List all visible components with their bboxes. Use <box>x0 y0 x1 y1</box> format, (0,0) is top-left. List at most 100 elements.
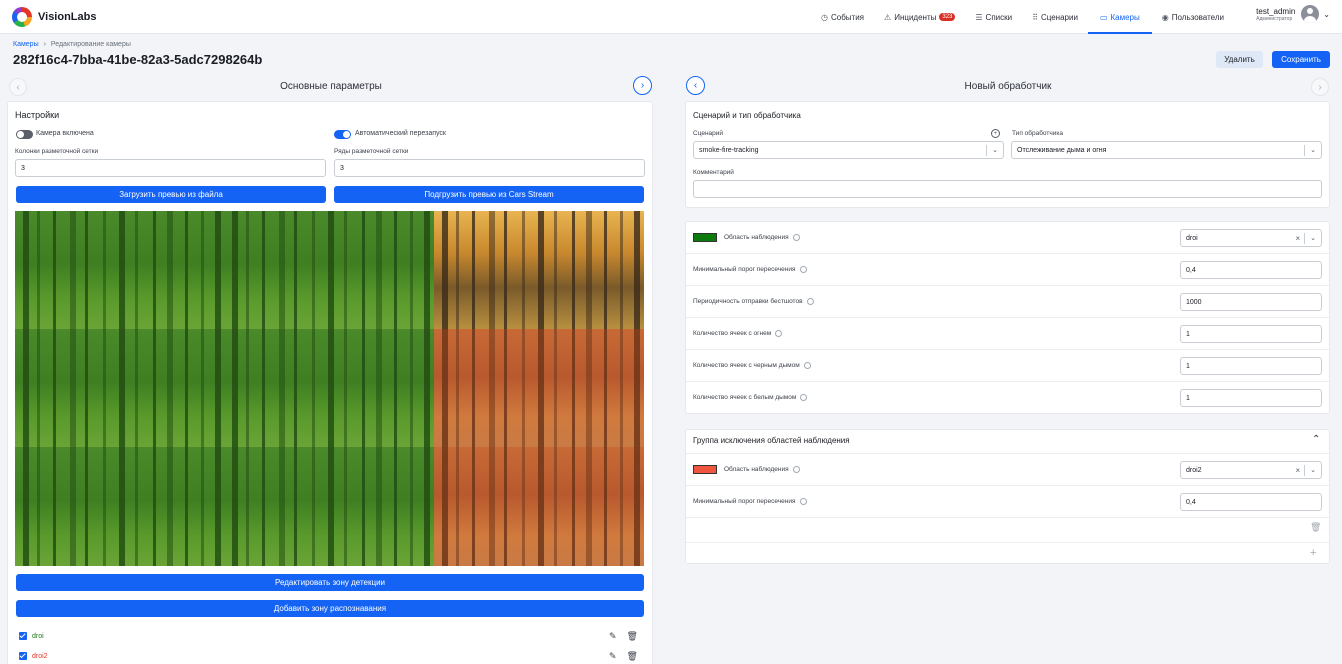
info-icon[interactable] <box>792 234 800 241</box>
white-smoke-input[interactable]: 1 <box>1180 389 1322 407</box>
chevron-up-icon[interactable]: ⌃ <box>1312 434 1320 445</box>
edit-detection-zone-button[interactable]: Редактировать зону детекции <box>16 574 644 591</box>
info-icon[interactable] <box>800 394 808 401</box>
chevron-down-icon: ⌄ <box>1310 467 1316 474</box>
grid-cols-label: Колонки разметочной сетки <box>15 148 99 155</box>
tree-trunk <box>85 447 88 566</box>
tree-trunk <box>472 211 475 329</box>
handler-type-select[interactable]: Отслеживание дыма и огня ⌄ <box>1011 141 1322 159</box>
tree-trunk <box>185 211 188 329</box>
add-icon[interactable]: + <box>1310 547 1316 559</box>
trash-icon[interactable]: 🗑 <box>627 651 638 662</box>
min-threshold-input[interactable]: 0,4 <box>1180 261 1322 279</box>
tree-trunk <box>554 329 557 447</box>
zone-item-droi[interactable]: droi <box>19 632 44 640</box>
next-arrow-button[interactable]: › <box>633 76 652 95</box>
clear-icon[interactable]: × <box>1291 466 1304 475</box>
save-button[interactable]: Сохранить <box>1272 51 1330 68</box>
info-icon[interactable] <box>803 362 811 369</box>
black-smoke-input[interactable]: 1 <box>1180 357 1322 375</box>
nav-item-scenarios[interactable]: ⠿ Сценарии <box>1022 0 1088 34</box>
camera-preview-image[interactable] <box>15 211 644 566</box>
period-input[interactable]: 1000 <box>1180 293 1322 311</box>
info-icon[interactable] <box>799 266 807 273</box>
tree-trunk <box>362 329 365 447</box>
avatar <box>1301 5 1320 23</box>
info-icon[interactable] <box>775 330 783 337</box>
incidents-count-badge: 323 <box>939 13 956 21</box>
app-logo[interactable]: VisionLabs <box>12 7 96 27</box>
upload-preview-stream-button[interactable]: Подгрузить превью из Cars Stream <box>334 186 644 203</box>
tree-trunk <box>522 211 525 329</box>
exclusion-threshold-input[interactable]: 0,4 <box>1180 493 1322 511</box>
zone-name: droi <box>32 632 44 640</box>
info-icon[interactable] <box>806 298 814 305</box>
tree-trunk <box>312 211 315 329</box>
comment-input[interactable] <box>693 180 1322 198</box>
grid-cols-input[interactable]: 3 <box>15 159 326 177</box>
breadcrumb-separator: › <box>43 41 46 48</box>
add-recognition-zone-button[interactable]: Добавить зону распознавания <box>16 600 644 617</box>
trash-icon[interactable]: 🗑 <box>627 631 638 642</box>
forward-arrow-button[interactable]: › <box>1311 78 1329 96</box>
preview-tile <box>224 211 434 329</box>
camera-enabled-toggle[interactable] <box>16 130 33 139</box>
exclusion-threshold-row: Минимальный порог пересечения <box>693 498 807 505</box>
preview-tile <box>15 447 224 566</box>
row-divider <box>686 485 1329 486</box>
users-icon: ◉ <box>1161 12 1169 22</box>
nav-item-lists[interactable]: ☰ Списки <box>965 0 1022 34</box>
info-icon[interactable] <box>799 498 807 505</box>
exclusion-area-select[interactable]: droi2 × ⌄ <box>1180 461 1322 479</box>
clear-icon[interactable]: × <box>1291 234 1304 243</box>
tree-trunk <box>153 447 156 566</box>
tree-trunk <box>201 211 204 329</box>
pencil-icon[interactable]: ✎ <box>609 631 617 642</box>
exclusion-threshold-value: 0,4 <box>1186 498 1196 506</box>
preview-tile <box>434 211 644 329</box>
tree-trunk <box>586 447 592 566</box>
zone-checkbox[interactable] <box>19 632 27 640</box>
nav-item-cameras[interactable]: ▭ Камеры <box>1087 0 1152 34</box>
nav-item-incidents[interactable]: ⚠ Инциденты 323 <box>874 0 965 34</box>
row-divider <box>686 349 1329 350</box>
breadcrumb-cameras[interactable]: Камеры <box>13 41 39 48</box>
auto-restart-toggle[interactable] <box>334 130 351 139</box>
zone-checkbox[interactable] <box>19 652 27 660</box>
tree-trunk <box>53 329 56 447</box>
nav-item-users[interactable]: ◉ Пользователи <box>1152 0 1234 34</box>
tree-trunk <box>538 329 544 447</box>
user-menu[interactable]: test_admin Администратор ⌄ <box>1256 5 1330 23</box>
tree-trunk <box>279 211 285 329</box>
back-arrow-button[interactable]: ‹ <box>686 76 705 95</box>
tree-trunk <box>554 211 557 329</box>
tree-trunk <box>344 329 347 447</box>
nav-item-events[interactable]: ◷ События <box>811 0 874 34</box>
tree-trunk <box>328 329 334 447</box>
area-select[interactable]: droi × ⌄ <box>1180 229 1322 247</box>
trash-icon[interactable]: 🗑 <box>1310 522 1321 533</box>
scenario-select[interactable]: smoke-fire-tracking ⌄ <box>693 141 1004 159</box>
fire-cells-input[interactable]: 1 <box>1180 325 1322 343</box>
tree-trunk <box>215 447 221 566</box>
tree-trunk <box>312 447 315 566</box>
fire-cells-value: 1 <box>1186 330 1190 338</box>
tree-trunk <box>167 329 173 447</box>
preview-tile <box>15 211 224 329</box>
tree-trunk <box>456 447 459 566</box>
delete-button[interactable]: Удалить <box>1216 51 1263 68</box>
pencil-icon[interactable]: ✎ <box>609 651 617 662</box>
exclusion-area-color-swatch <box>693 465 717 474</box>
info-icon[interactable] <box>792 466 800 473</box>
row-divider <box>686 517 1329 518</box>
tree-trunk <box>504 211 507 329</box>
grid-rows-input[interactable]: 3 <box>334 159 645 177</box>
upload-preview-file-button[interactable]: Загрузить превью из файла <box>16 186 326 203</box>
chevron-left-icon: ‹ <box>16 81 20 93</box>
add-scenario-icon[interactable]: + <box>991 129 1000 138</box>
zone-item-droi2[interactable]: droi2 <box>19 652 48 660</box>
min-threshold-value: 0,4 <box>1186 266 1196 274</box>
breadcrumb: Камеры › Редактирование камеры <box>13 41 131 48</box>
top-bar: VisionLabs ◷ События ⚠ Инциденты 323 ☰ С… <box>0 0 1342 34</box>
prev-arrow-button[interactable]: ‹ <box>9 78 27 96</box>
